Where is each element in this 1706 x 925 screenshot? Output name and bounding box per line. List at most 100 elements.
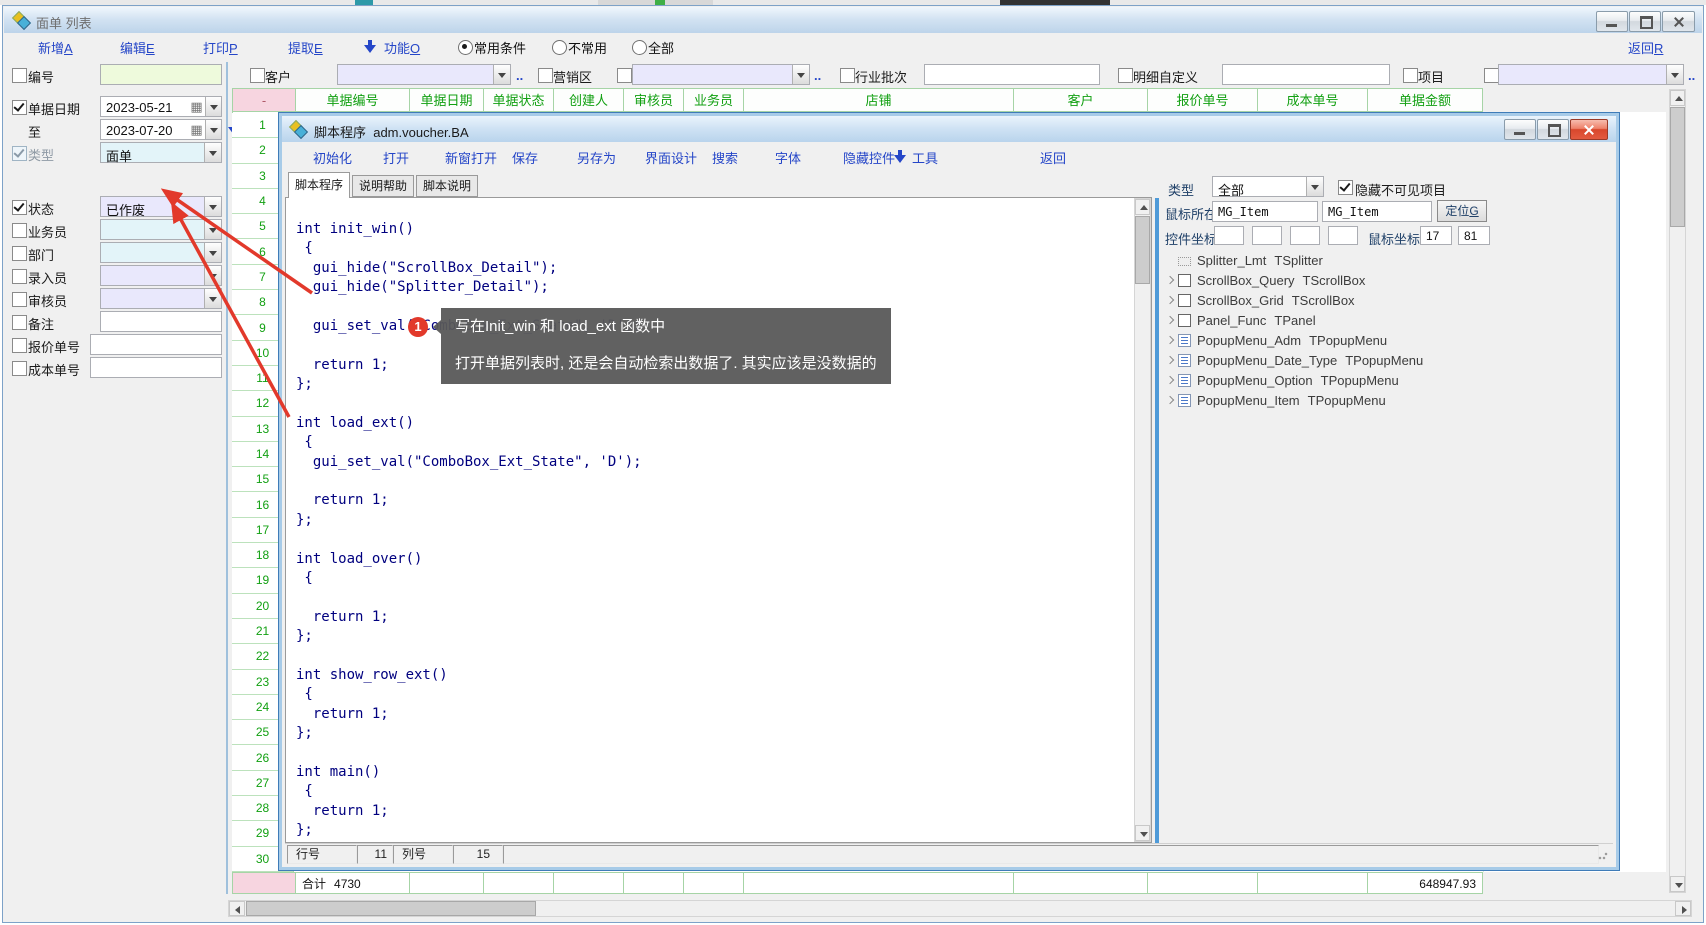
toolbar-button-5[interactable]: 功能O	[384, 38, 420, 57]
script-toolbar-button-10[interactable]: 工具	[912, 148, 938, 167]
mouse-coord-y-input[interactable]: 81	[1458, 226, 1490, 245]
grid-column-header-审核员[interactable]: 审核员	[624, 88, 684, 112]
chevron-down-icon[interactable]	[204, 289, 221, 308]
filter-xiangmu-combo[interactable]	[1498, 64, 1684, 85]
filter-baojia-input[interactable]	[90, 334, 222, 355]
control-coord-input-4[interactable]	[1328, 226, 1358, 245]
grid-vscrollbar[interactable]	[1669, 89, 1686, 893]
hide-invisible-checkbox[interactable]	[1338, 180, 1353, 195]
filter-shenheyuan-checkbox[interactable]	[12, 292, 27, 307]
close-button[interactable]	[1662, 11, 1695, 32]
script-minimize-button[interactable]	[1504, 119, 1536, 140]
grid-vscroll-thumb[interactable]	[1670, 107, 1685, 227]
scroll-up-button[interactable]	[1670, 90, 1685, 106]
tree-expander-icon[interactable]	[1164, 373, 1178, 387]
filter-xiangmu-checkbox[interactable]	[1403, 68, 1418, 83]
tree-item-Splitter_Lmt[interactable]: Splitter_LmtTSplitter	[1164, 250, 1604, 270]
filter-bumen-checkbox[interactable]	[12, 246, 27, 261]
script-window-titlebar[interactable]: 脚本程序 adm.voucher.BA	[282, 116, 1616, 142]
filter-yewuyuan-checkbox[interactable]	[12, 223, 27, 238]
tab-脚本说明[interactable]: 脚本说明	[416, 175, 478, 197]
filter-beizhu-checkbox[interactable]	[12, 315, 27, 330]
filter-baojia-checkbox[interactable]	[12, 338, 27, 353]
mouse-in-input-1[interactable]: MG_Item	[1212, 201, 1318, 222]
filter-status-combo[interactable]: 已作废	[100, 196, 222, 217]
filter-hangyepici-input[interactable]	[924, 64, 1100, 85]
filter-yingxiaoqu-checkbox[interactable]	[538, 68, 553, 83]
filter-date-checkbox[interactable]	[12, 100, 27, 115]
chevron-down-icon[interactable]	[204, 243, 221, 262]
control-coord-input-2[interactable]	[1252, 226, 1282, 245]
filter-shenheyuan-combo[interactable]	[100, 288, 222, 309]
filter-xiangmu-browse[interactable]: ..	[1688, 68, 1695, 83]
grid-column-header-单据金额[interactable]: 单据金额	[1368, 88, 1483, 112]
filter-chengben-input[interactable]	[90, 357, 222, 378]
chevron-down-icon[interactable]	[205, 97, 221, 116]
filter-status-checkbox[interactable]	[12, 200, 27, 215]
mouse-coord-x-input[interactable]: 17	[1420, 226, 1452, 245]
grid-column-header-报价单号[interactable]: 报价单号	[1148, 88, 1258, 112]
grid-column-header-单据状态[interactable]: 单据状态	[484, 88, 554, 112]
filter-hangyepici-checkbox[interactable]	[840, 68, 855, 83]
grid-column-header-创建人[interactable]: 创建人	[554, 88, 624, 112]
tree-expander-icon[interactable]	[1164, 333, 1178, 347]
resize-grip[interactable]	[1598, 850, 1608, 860]
scroll-right-button[interactable]	[1675, 901, 1691, 916]
toolbar-button-2[interactable]: 编辑E	[120, 38, 155, 57]
toolbar-button-1[interactable]: 新增A	[38, 38, 73, 57]
chevron-down-icon[interactable]	[792, 65, 809, 84]
script-toolbar-button-7[interactable]: 搜索	[712, 148, 738, 167]
script-toolbar-button-4[interactable]: 保存	[512, 148, 538, 167]
maximize-button[interactable]	[1629, 11, 1661, 32]
filter-bianhao-checkbox[interactable]	[12, 68, 27, 83]
radio-3[interactable]	[632, 40, 647, 55]
tree-item-PopupMenu_Option[interactable]: PopupMenu_OptionTPopupMenu	[1164, 370, 1604, 390]
filter-mingxi-checkbox[interactable]	[1118, 68, 1133, 83]
tree-item-ScrollBox_Query[interactable]: ScrollBox_QueryTScrollBox	[1164, 270, 1604, 290]
grid-hscrollbar[interactable]	[228, 900, 1692, 917]
tree-item-PopupMenu_Date_Type[interactable]: PopupMenu_Date_TypeTPopupMenu	[1164, 350, 1604, 370]
filter-kehu-checkbox[interactable]	[250, 68, 265, 83]
script-toolbar-button-5[interactable]: 另存为	[577, 148, 616, 167]
tree-item-PopupMenu_Adm[interactable]: PopupMenu_AdmTPopupMenu	[1164, 330, 1604, 350]
grid-hscroll-thumb[interactable]	[246, 901, 536, 916]
scroll-down-button[interactable]	[1670, 876, 1685, 892]
date-from-input[interactable]: 2023-05-21 ▦	[100, 96, 222, 117]
filter-yewuyuan-combo[interactable]	[100, 219, 222, 240]
locate-button[interactable]: 定位G	[1437, 200, 1487, 222]
chevron-down-icon[interactable]	[1666, 65, 1683, 84]
tree-item-ScrollBox_Grid[interactable]: ScrollBox_GridTScrollBox	[1164, 290, 1604, 310]
filter-yingxiaoqu-browse[interactable]: ..	[814, 68, 821, 83]
grid-column-header-客户[interactable]: 客户	[1014, 88, 1148, 112]
filter-type-combo[interactable]: 面单	[100, 142, 222, 163]
filter-luruyuan-combo[interactable]	[100, 265, 222, 286]
script-toolbar-button-6[interactable]: 界面设计	[645, 148, 697, 167]
chevron-down-icon[interactable]	[205, 120, 221, 139]
tree-expander-icon[interactable]	[1164, 353, 1178, 367]
chevron-down-icon[interactable]	[204, 266, 221, 285]
script-toolbar-button-11[interactable]: 返回	[1040, 148, 1066, 167]
control-coord-input-1[interactable]	[1214, 226, 1244, 245]
script-toolbar-button-2[interactable]: 打开	[383, 148, 409, 167]
scroll-down-button[interactable]	[1135, 825, 1150, 841]
grid-column-header-单据编号[interactable]: 单据编号	[296, 88, 410, 112]
chevron-down-icon[interactable]	[493, 65, 510, 84]
calendar-icon[interactable]: ▦	[189, 99, 204, 114]
filter-yingxiaoqu-checkbox2[interactable]	[617, 68, 632, 83]
filter-mingxi-input[interactable]	[1222, 64, 1390, 85]
inspector-type-combo[interactable]: 全部	[1212, 176, 1324, 197]
tab-脚本程序[interactable]: 脚本程序	[288, 172, 350, 198]
tree-expander-icon[interactable]	[1164, 393, 1178, 407]
filter-kehu-combo[interactable]	[337, 64, 511, 85]
back-button[interactable]: 返回R	[1628, 38, 1663, 57]
script-maximize-button[interactable]	[1537, 119, 1569, 140]
chevron-down-icon[interactable]	[204, 220, 221, 239]
grid-column-header-店铺[interactable]: 店铺	[744, 88, 1014, 112]
tree-expander-icon[interactable]	[1164, 273, 1178, 287]
script-toolbar-button-8[interactable]: 字体	[775, 148, 801, 167]
editor-vscroll-thumb[interactable]	[1135, 216, 1150, 284]
minimize-button[interactable]	[1596, 11, 1628, 32]
tree-item-PopupMenu_Item[interactable]: PopupMenu_ItemTPopupMenu	[1164, 390, 1604, 410]
filter-bianhao-input[interactable]	[100, 64, 222, 85]
filter-kehu-browse[interactable]: ..	[516, 68, 523, 83]
